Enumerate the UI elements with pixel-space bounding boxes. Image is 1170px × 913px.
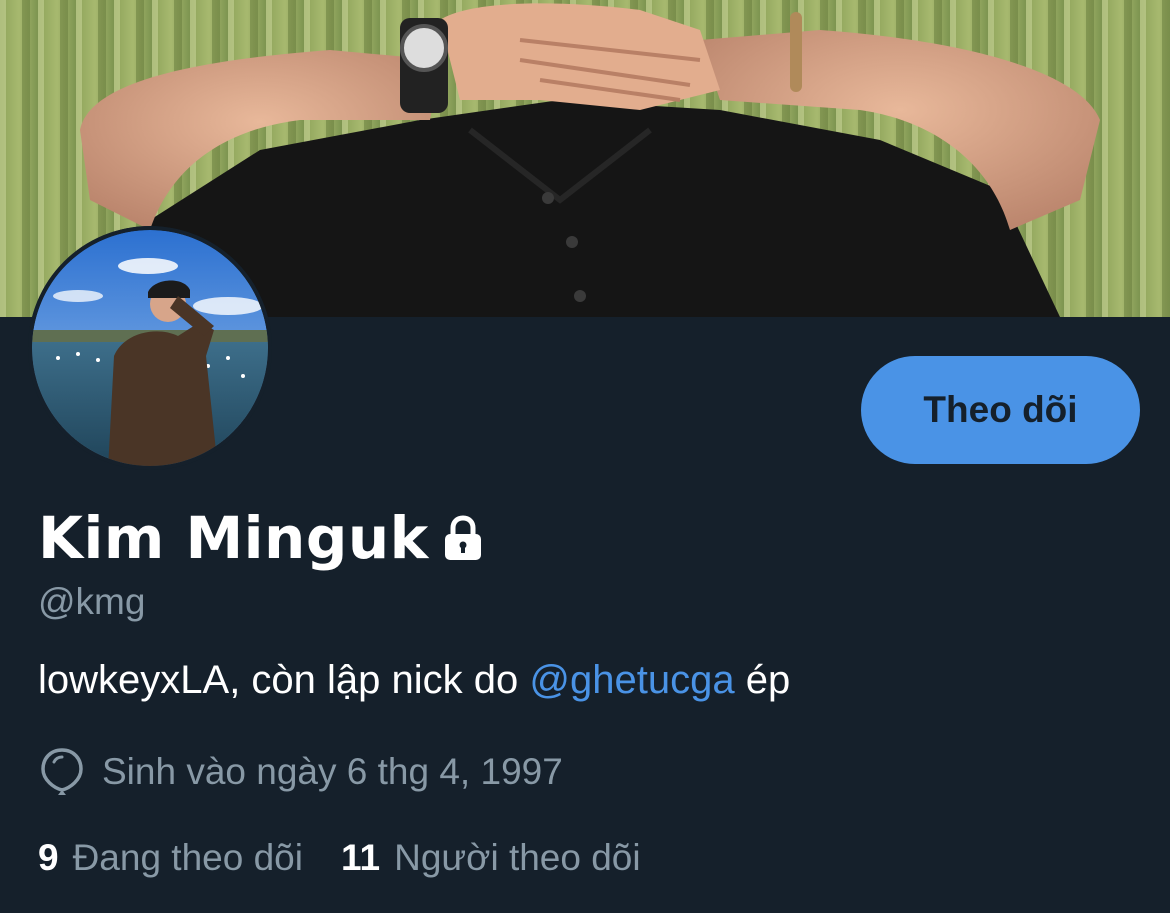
avatar[interactable] [28,226,272,470]
avatar-photo [28,226,272,470]
followers-count: 11 [340,837,381,878]
follow-stats: 9 Đang theo dõi 11 Người theo dõi [38,834,641,884]
birth-date: Sinh vào ngày 6 thg 4, 1997 [102,751,563,792]
bio: lowkeyxLA, còn lập nick do @ghetucga ép [38,656,790,704]
display-name: Kim Minguk [38,504,429,572]
name-row: Kim Minguk [38,502,487,574]
following-stat-link[interactable]: 9 Đang theo dõi [38,834,303,882]
handle: @kmg [38,581,146,622]
bio-suffix: ép [734,658,791,702]
birth-date-row: Sinh vào ngày 6 thg 4, 1997 [38,744,563,800]
followers-stat-link[interactable]: 11 Người theo dõi [341,834,641,882]
follow-button[interactable]: Theo dõi [861,356,1140,464]
bio-text: lowkeyxLA, còn lập nick do [38,658,530,702]
following-count: 9 [38,837,59,878]
bio-mention-link[interactable]: @ghetucga [529,658,734,702]
balloon-icon [41,748,83,795]
profile-screen: Theo dõi Kim Minguk @kmg lowkeyxLA, còn … [0,0,1170,913]
following-label: Đang theo dõi [72,837,303,878]
lock-icon [444,515,481,560]
followers-label: Người theo dõi [394,837,641,878]
